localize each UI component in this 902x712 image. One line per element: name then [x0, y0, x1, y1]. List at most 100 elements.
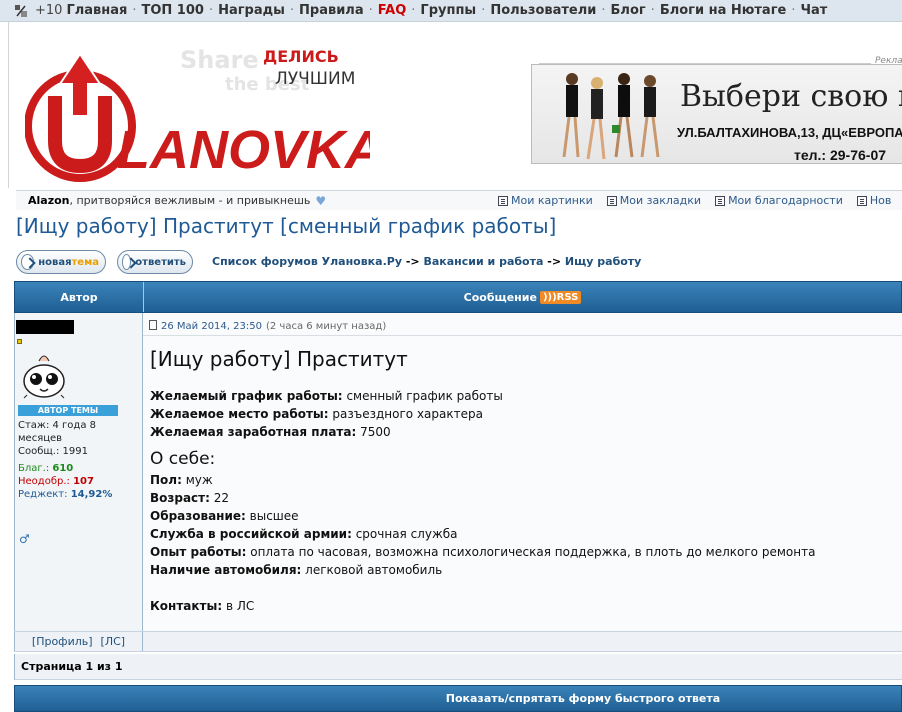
my-thanks-link[interactable]: Мои благодарности — [715, 194, 843, 207]
advert-models-image — [562, 73, 660, 160]
about-line-value: срочная служба — [355, 527, 458, 541]
nav-separator: · — [481, 3, 486, 18]
about-line: Наличие автомобиля: легковой автомобиль — [150, 561, 815, 579]
about-line-label: Возраст: — [150, 491, 210, 505]
reply-label: ответить — [135, 256, 186, 268]
about-line-label: Опыт работы: — [150, 545, 247, 559]
user-slogan: , притворяйся вежливым - и привыкнешь — [69, 194, 311, 207]
nav-link-faq[interactable]: FAQ — [378, 3, 407, 18]
column-message-label: Сообщение — [463, 290, 537, 304]
about-line-value: легковой автомобиль — [305, 563, 443, 577]
site-header: Share the best ДЕЛИСЬ ЛУЧШИМ LANOVKA Рек… — [8, 22, 902, 188]
table-header: Автор Сообщение )))RSS — [14, 281, 902, 313]
avatar[interactable] — [19, 349, 69, 399]
breadcrumb-seek-job[interactable]: Ищу работу — [565, 255, 641, 268]
nav-separator: · — [411, 3, 416, 18]
new-link[interactable]: Нов — [856, 194, 892, 207]
quick-reply-toggle[interactable]: Показать/спрятать форму быстрого ответа — [14, 685, 902, 712]
post-body: Желаемый график работы: сменный график р… — [150, 387, 815, 615]
rss-badge[interactable]: )))RSS — [539, 290, 582, 304]
breadcrumb-jobs[interactable]: Вакансии и работа — [423, 255, 543, 268]
author-name-redacted[interactable] — [16, 320, 74, 334]
site-logo[interactable]: Share the best ДЕЛИСЬ ЛУЧШИМ LANOVKA — [25, 46, 370, 196]
advert-address: УЛ.БАЛТАХИНОВА,13, ДЦ«ЕВРОПА», 7 — [677, 125, 902, 140]
nav-separator: · — [208, 3, 214, 18]
post-meta-divider — [143, 335, 902, 336]
new-label: Нов — [869, 194, 892, 207]
profile-link[interactable]: [Профиль] — [32, 635, 93, 648]
rss-label: RSS — [556, 291, 579, 303]
post-icon — [149, 320, 157, 330]
nav-link-rules[interactable]: Правила — [299, 3, 364, 18]
current-username[interactable]: Alazon — [28, 194, 70, 207]
nav-link-awards[interactable]: Награды — [218, 3, 285, 18]
nav-link-groups[interactable]: Группы — [420, 3, 476, 18]
about-line: Пол: муж — [150, 471, 815, 489]
post-line-label: Желаемый график работы: — [150, 389, 343, 403]
author-profile-links: [Профиль] [ЛС] — [14, 632, 143, 651]
post-date[interactable]: 26 Май 2014, 23:50 — [161, 321, 262, 332]
new-topic-button[interactable]: новая тема — [16, 250, 106, 274]
plus-counter: +10 — [35, 3, 63, 18]
advert-banner[interactable]: Выбери свою в УЛ.БАЛТАХИНОВА,13, ДЦ«ЕВРО… — [531, 64, 902, 164]
nav-separator: · — [368, 3, 373, 18]
nav-link-chat[interactable]: Чат — [800, 3, 827, 18]
breadcrumb-arrow: -> — [547, 255, 562, 268]
post-line: Желаемая заработная плата: 7500 — [150, 423, 815, 441]
post-line-value: 7500 — [360, 425, 391, 439]
nav-separator: · — [132, 3, 137, 18]
post-line: Желаемое место работы: разъездного харак… — [150, 405, 815, 423]
my-pictures-label: Мои картинки — [511, 194, 593, 207]
advert-title: Выбери свою в — [680, 79, 902, 114]
about-heading: О себе: — [150, 449, 216, 469]
nav-link-top100[interactable]: ТОП 100 — [141, 3, 203, 18]
male-gender-icon: ♂ — [19, 532, 30, 546]
my-thanks-label: Мои благодарности — [728, 194, 843, 207]
breadcrumb: Список форумов Улановка.Ру -> Вакансии и… — [212, 255, 641, 268]
picture-icon — [498, 195, 508, 206]
about-line-label: Образование: — [150, 509, 246, 523]
breadcrumb-arrow: -> — [405, 255, 420, 268]
author-reputation-label: Реджект: — [18, 489, 68, 500]
about-line-label: Пол: — [150, 473, 182, 487]
about-line-value: 22 — [213, 491, 230, 505]
author-blag-label: Благ.: — [18, 463, 50, 474]
new-topic-label-accent: тема — [71, 256, 100, 268]
post-line-label: Желаемое место работы: — [150, 407, 329, 421]
topic-author-badge: АВТОР ТЕМЫ — [18, 405, 118, 416]
private-message-link[interactable]: [ЛС] — [101, 635, 126, 648]
nav-link-blog[interactable]: Блог — [611, 3, 646, 18]
user-bar: Alazon , притворяйся вежливым - и привык… — [16, 190, 902, 210]
tool-icon — [15, 4, 27, 17]
pencil-icon — [21, 254, 35, 270]
nav-link-home[interactable]: Главная — [66, 3, 127, 18]
about-line: Образование: высшее — [150, 507, 815, 525]
author-neodobr-label: Неодобр.: — [18, 476, 70, 487]
nav-link-users[interactable]: Пользователи — [490, 3, 596, 18]
post-subject: [Ищу работу] Праститут — [150, 347, 408, 371]
author-reputation-value: 14,92% — [70, 489, 113, 500]
my-pictures-link[interactable]: Мои картинки — [498, 194, 593, 207]
about-line-value: высшее — [249, 509, 299, 523]
new-icon — [856, 195, 867, 206]
my-bookmarks-label: Мои закладки — [619, 194, 702, 207]
topic-title[interactable]: [Ищу работу] Праститут [сменный график р… — [16, 214, 556, 238]
post-line-value: сменный график работы — [346, 389, 503, 403]
nav-separator: · — [650, 3, 655, 18]
about-line-value: муж — [185, 473, 213, 487]
author-posts: Сообщ.: 1991 — [18, 445, 140, 458]
logo-brand-text: LANOVKA — [117, 120, 370, 180]
reply-button[interactable]: ответить — [117, 250, 193, 274]
logo-luchshim-text: ЛУЧШИМ — [275, 69, 355, 89]
author-panel: АВТОР ТЕМЫ Стаж: 4 года 8 месяцев Сообщ.… — [14, 313, 143, 631]
my-bookmarks-link[interactable]: Мои закладки — [606, 194, 702, 207]
post-line-label: Желаемая заработная плата: — [150, 425, 357, 439]
author-blag-value: 610 — [52, 463, 74, 474]
new-topic-label-main: новая — [38, 256, 72, 268]
post-content: 26 Май 2014, 23:50 (2 часа 6 минут назад)… — [143, 313, 902, 631]
nav-link-blogs-nutag[interactable]: Блоги на Нютаге — [660, 3, 787, 18]
author-neodobr-value: 107 — [73, 476, 94, 487]
breadcrumb-forums[interactable]: Список форумов Улановка.Ру — [212, 255, 402, 268]
thanks-icon — [715, 195, 726, 206]
nav-separator: · — [289, 3, 295, 18]
